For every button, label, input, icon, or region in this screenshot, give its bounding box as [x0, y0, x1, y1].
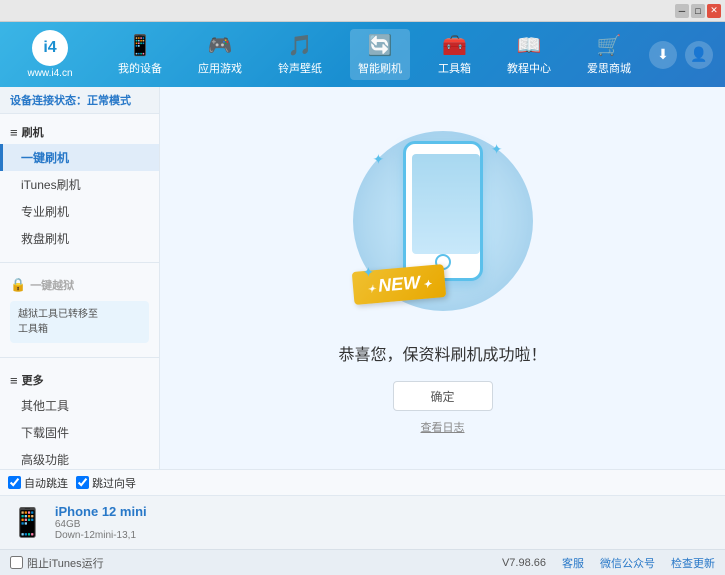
sparkle-icon-2: ✦ [491, 141, 503, 158]
confirm-button[interactable]: 确定 [393, 381, 493, 411]
checkbox-bar: 自动跳连 跳过向导 [0, 469, 725, 495]
sidebar-item-other-tools[interactable]: 其他工具 [0, 392, 159, 419]
update-link[interactable]: 检查更新 [671, 555, 715, 571]
itunes-status: 阻止iTunes运行 [10, 555, 104, 571]
section-icon-flash: ≡ [10, 125, 18, 140]
download-button[interactable]: ⬇ [649, 41, 677, 69]
nav-official-label: 爱思商城 [587, 60, 631, 76]
auto-start-label: 自动跳连 [24, 475, 68, 491]
phone-screen [412, 154, 480, 254]
ringtones-icon: 🎵 [288, 33, 313, 58]
sidebar-item-advanced[interactable]: 高级功能 [0, 446, 159, 469]
sparkle-icon-1: ✦ [373, 151, 385, 168]
jailbreak-section-header: 🔒 一键越狱 [0, 273, 159, 297]
divider-1 [0, 262, 159, 263]
connection-status: 设备连接状态：正常模式 [0, 87, 159, 114]
title-bar: ─ □ ✕ [0, 0, 725, 22]
sidebar-item-rescue-flash[interactable]: 救盘刷机 [0, 225, 159, 252]
logo-text: www.i4.cn [27, 68, 72, 79]
status-footer: 阻止iTunes运行 V7.98.66 客服 微信公众号 检查更新 [0, 549, 725, 575]
itunes-label: 阻止iTunes运行 [27, 555, 104, 571]
nav-my-device[interactable]: 📱 我的设备 [110, 29, 170, 80]
jailbreak-notice: 越狱工具已转移至工具箱 [10, 301, 149, 343]
skip-wizard-label: 跳过向导 [92, 475, 136, 491]
apps-icon: 🎮 [208, 33, 233, 58]
logo-area: i4 www.i4.cn [0, 30, 100, 79]
section-icon-more: ≡ [10, 373, 18, 388]
phone-illustration: NEW ✦ ✦ ✦ [343, 121, 543, 321]
service-link[interactable]: 客服 [562, 555, 584, 571]
device-firmware: Down-12mini-13,1 [55, 530, 715, 541]
minimize-button[interactable]: ─ [675, 4, 689, 18]
smart-flash-icon: 🔄 [368, 33, 393, 58]
nav-tutorials-label: 教程中心 [507, 60, 551, 76]
tutorials-icon: 📖 [517, 33, 542, 58]
nav-toolbox-label: 工具箱 [438, 60, 471, 76]
more-section-header: ≡ 更多 [0, 368, 159, 392]
device-name: iPhone 12 mini [55, 504, 715, 519]
main-layout: 设备连接状态：正常模式 ≡ 刷机 一键刷机 iTunes刷机 专业刷机 救盘刷机… [0, 87, 725, 469]
maximize-button[interactable]: □ [691, 4, 705, 18]
logo-icon: i4 [32, 30, 68, 66]
phone-body [403, 141, 483, 281]
status-value: 正常模式 [87, 95, 131, 107]
auto-start-checkbox[interactable] [8, 476, 21, 489]
status-label: 设备连接状态： [10, 95, 87, 107]
nav-tutorials[interactable]: 📖 教程中心 [499, 29, 559, 80]
wechat-link[interactable]: 微信公众号 [600, 555, 655, 571]
view-log-link[interactable]: 查看日志 [421, 419, 465, 435]
flash-section: ≡ 刷机 一键刷机 iTunes刷机 专业刷机 救盘刷机 [0, 114, 159, 258]
itunes-checkbox[interactable] [10, 556, 23, 569]
close-button[interactable]: ✕ [707, 4, 721, 18]
nav-my-device-label: 我的设备 [118, 60, 162, 76]
skip-wizard-checkbox[interactable] [76, 476, 89, 489]
sidebar-item-itunes-flash[interactable]: iTunes刷机 [0, 171, 159, 198]
sparkle-icon-3: ✦ [363, 264, 375, 281]
nav-official[interactable]: 🛒 爱思商城 [579, 29, 639, 80]
nav-ringtones-label: 铃声壁纸 [278, 60, 322, 76]
jailbreak-section: 🔒 一键越狱 越狱工具已转移至工具箱 [0, 267, 159, 353]
device-storage: 64GB [55, 519, 715, 530]
sidebar-item-onekey-flash[interactable]: 一键刷机 [0, 144, 159, 171]
nav-bar: 📱 我的设备 🎮 应用游戏 🎵 铃声壁纸 🔄 智能刷机 🧰 工具箱 📖 教程中心… [100, 29, 649, 80]
header: i4 www.i4.cn 📱 我的设备 🎮 应用游戏 🎵 铃声壁纸 🔄 智能刷机… [0, 22, 725, 87]
version-label: V7.98.66 [502, 557, 546, 569]
sidebar-item-download-firmware[interactable]: 下载固件 [0, 419, 159, 446]
nav-ringtones[interactable]: 🎵 铃声壁纸 [270, 29, 330, 80]
more-section: ≡ 更多 其他工具 下载固件 高级功能 [0, 362, 159, 469]
lock-icon: 🔒 [10, 277, 26, 293]
nav-smart-flash[interactable]: 🔄 智能刷机 [350, 29, 410, 80]
nav-right-actions: ⬇ 👤 [649, 41, 725, 69]
divider-2 [0, 357, 159, 358]
device-bar: 📱 iPhone 12 mini 64GB Down-12mini-13,1 [0, 495, 725, 549]
footer-right: V7.98.66 客服 微信公众号 检查更新 [502, 555, 715, 571]
official-icon: 🛒 [597, 33, 622, 58]
user-button[interactable]: 👤 [685, 41, 713, 69]
nav-toolbox[interactable]: 🧰 工具箱 [430, 29, 479, 80]
nav-apps[interactable]: 🎮 应用游戏 [190, 29, 250, 80]
sidebar-item-pro-flash[interactable]: 专业刷机 [0, 198, 159, 225]
auto-start-checkbox-label[interactable]: 自动跳连 [8, 475, 68, 491]
content-area: NEW ✦ ✦ ✦ 恭喜您，保资料刷机成功啦！ 确定 查看日志 [160, 87, 725, 469]
sidebar: 设备连接状态：正常模式 ≡ 刷机 一键刷机 iTunes刷机 专业刷机 救盘刷机… [0, 87, 160, 469]
nav-apps-label: 应用游戏 [198, 60, 242, 76]
skip-wizard-checkbox-label[interactable]: 跳过向导 [76, 475, 136, 491]
toolbox-icon: 🧰 [442, 33, 467, 58]
success-message: 恭喜您，保资料刷机成功啦！ [338, 341, 546, 365]
my-device-icon: 📱 [128, 33, 153, 58]
flash-section-header: ≡ 刷机 [0, 120, 159, 144]
nav-smart-flash-label: 智能刷机 [358, 60, 402, 76]
